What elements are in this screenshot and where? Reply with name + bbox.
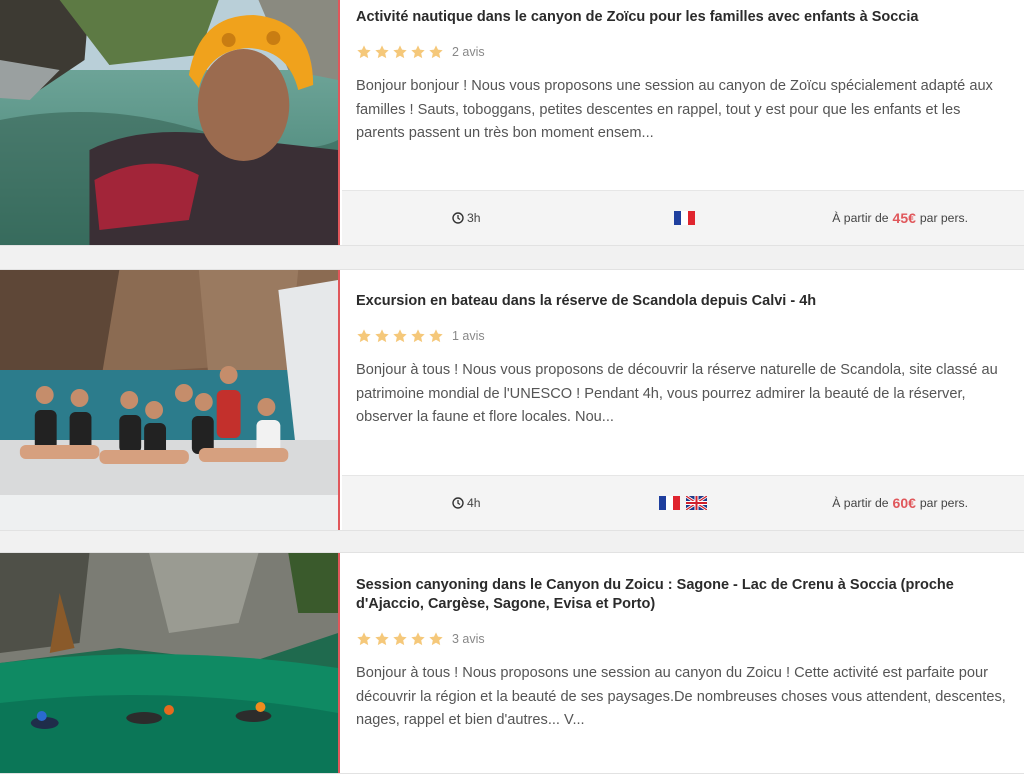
star-rating: [356, 44, 444, 60]
price-prefix: À partir de: [832, 496, 889, 510]
activity-description: Bonjour à tous ! Nous proposons une sess…: [356, 665, 1006, 728]
clock-icon: [452, 212, 464, 224]
activity-card[interactable]: Activité nautique dans le canyon de Zoïc…: [0, 0, 1024, 246]
french-flag-icon: [659, 496, 680, 510]
review-count: 2 avis: [452, 45, 485, 59]
languages: [674, 191, 695, 245]
activity-title[interactable]: Activité nautique dans le canyon de Zoïc…: [356, 8, 1008, 27]
price-suffix: par pers.: [919, 211, 968, 225]
price-value: 60€: [892, 495, 916, 511]
rating: 3 avis: [356, 630, 1008, 648]
star-icon: [410, 44, 426, 60]
review-count: 1 avis: [452, 329, 485, 343]
duration: 3h: [452, 191, 481, 245]
activity-description: Bonjour bonjour ! Nous vous proposons un…: [356, 78, 993, 141]
french-flag-icon: [674, 211, 695, 225]
star-icon: [428, 328, 444, 344]
clock-icon: [452, 497, 464, 509]
uk-flag-icon: [686, 496, 707, 510]
star-icon: [392, 328, 408, 344]
star-icon: [356, 631, 372, 647]
activity-card[interactable]: Excursion en bateau dans la réserve de S…: [0, 269, 1024, 531]
star-icon: [392, 631, 408, 647]
star-icon: [428, 631, 444, 647]
price-prefix: À partir de: [832, 211, 889, 225]
star-icon: [356, 328, 372, 344]
price: À partir de 45€ par pers.: [832, 191, 968, 245]
star-icon: [392, 44, 408, 60]
activity-photo[interactable]: [0, 553, 340, 773]
price: À partir de 60€ par pers.: [832, 476, 968, 530]
star-icon: [374, 328, 390, 344]
duration-value: 4h: [467, 496, 481, 510]
duration-value: 3h: [467, 211, 481, 225]
languages: [659, 476, 707, 530]
rating: 2 avis: [356, 43, 1008, 61]
activity-photo[interactable]: [0, 270, 340, 530]
star-icon: [374, 631, 390, 647]
activity-title[interactable]: Excursion en bateau dans la réserve de S…: [356, 292, 1008, 311]
star-icon: [410, 328, 426, 344]
star-icon: [410, 631, 426, 647]
review-count: 3 avis: [452, 632, 485, 646]
rating: 1 avis: [356, 327, 1008, 345]
star-icon: [428, 44, 444, 60]
activity-title[interactable]: Session canyoning dans le Canyon du Zoic…: [356, 576, 1008, 614]
star-icon: [374, 44, 390, 60]
activity-description: Bonjour à tous ! Nous vous proposons de …: [356, 362, 998, 425]
activity-footer: 3h À partir de 45€ par pers.: [342, 190, 1024, 245]
price-value: 45€: [892, 210, 916, 226]
activity-card[interactable]: Session canyoning dans le Canyon du Zoic…: [0, 552, 1024, 774]
star-icon: [356, 44, 372, 60]
activity-footer: 4h À partir de 60€ par pers.: [342, 475, 1024, 530]
price-suffix: par pers.: [919, 496, 968, 510]
star-rating: [356, 631, 444, 647]
duration: 4h: [452, 476, 481, 530]
activity-photo[interactable]: [0, 0, 340, 245]
star-rating: [356, 328, 444, 344]
